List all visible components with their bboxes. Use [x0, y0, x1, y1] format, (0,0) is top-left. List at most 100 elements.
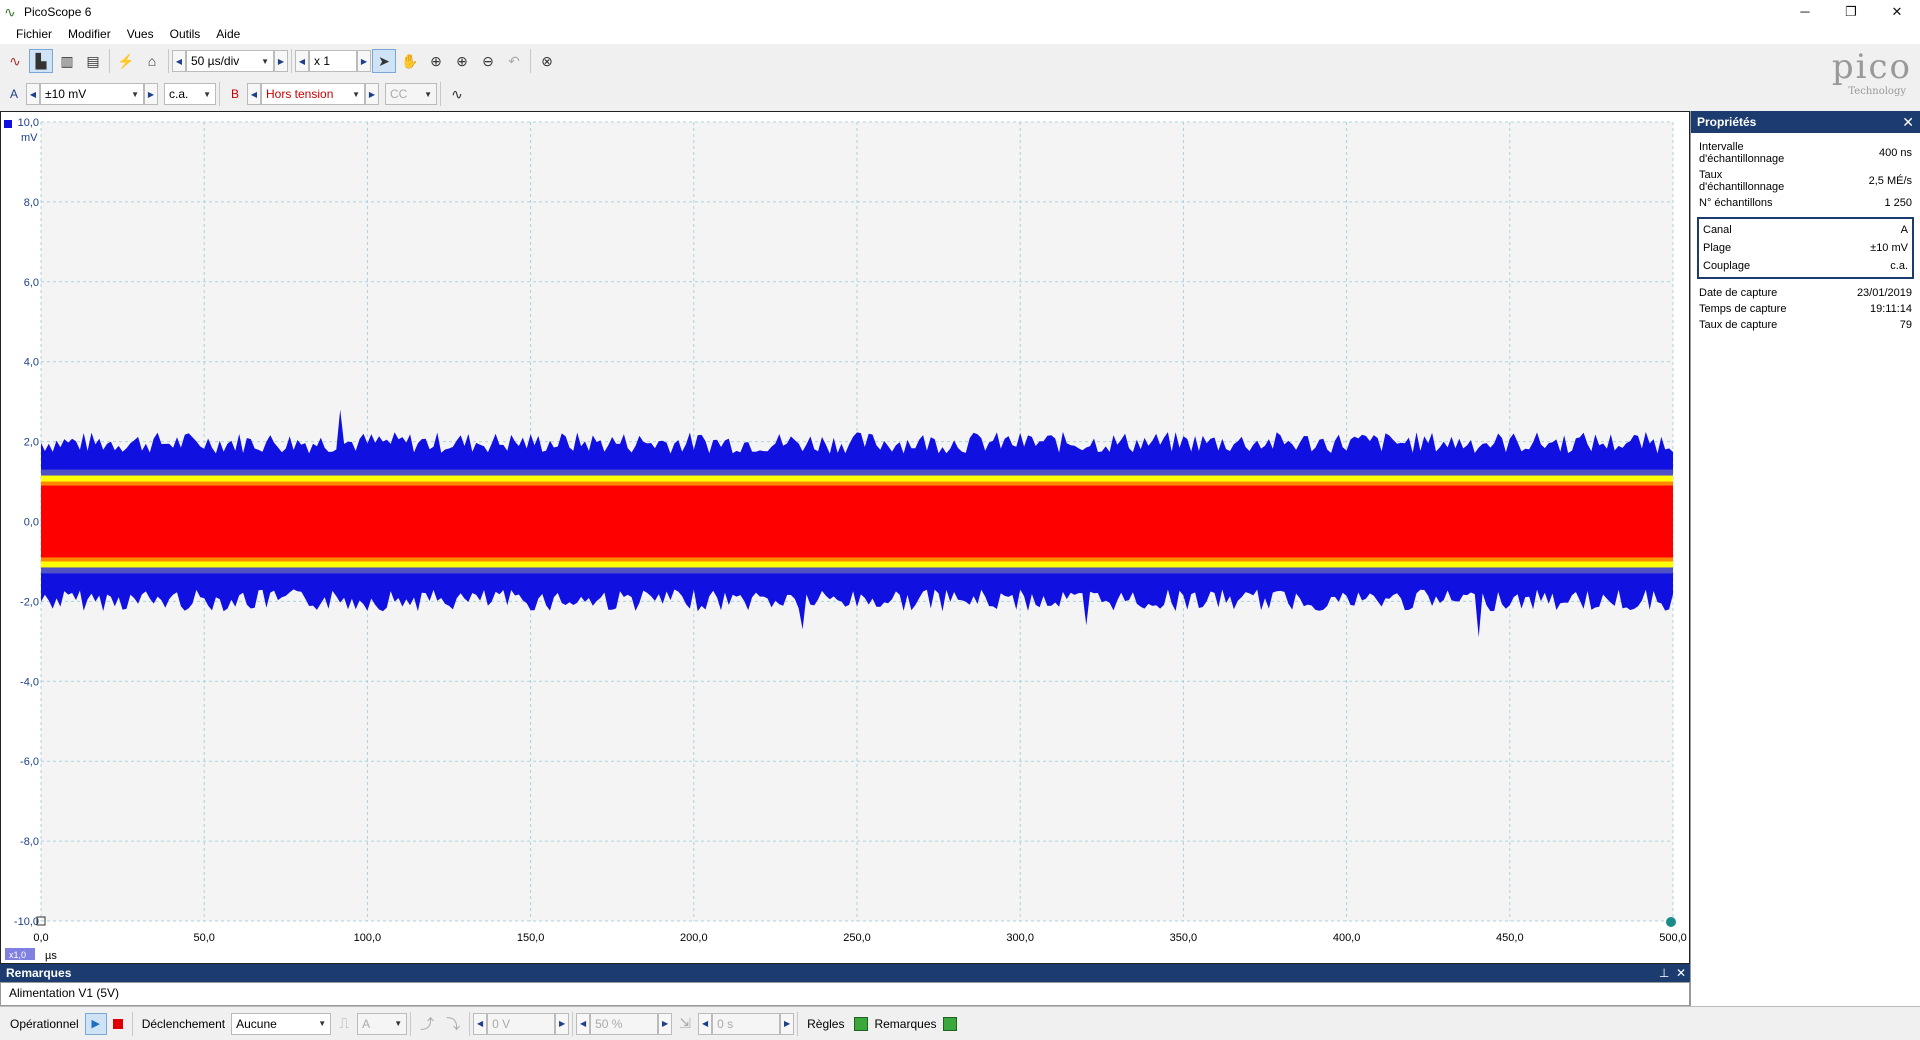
mode-label: Opérationnel	[10, 1016, 79, 1031]
falling-edge-icon[interactable]: ⤵	[441, 1012, 465, 1036]
x-axis: 0,0 50,0 100,0 150,0 200,0 250,0 300,0 350,0 400…	[33, 932, 1686, 944]
notes-button[interactable]: Remarques	[874, 1017, 936, 1031]
trigger-level-field[interactable]: 0 V	[487, 1012, 556, 1035]
chevron-down-icon: ▼	[424, 89, 432, 99]
y-tick-label: -2,0	[20, 596, 39, 608]
prop-capture-time: Temps de capture 19:11:14	[1699, 303, 1912, 315]
properties-panel: Propriétés ✕ Intervalle d'échantillonnag…	[1690, 111, 1920, 1006]
remarks-header: Remarques ⊥ ✕	[0, 964, 1690, 982]
zoom-out-icon[interactable]: ⊖	[476, 49, 500, 73]
chevron-down-icon: ▼	[318, 1019, 327, 1028]
menu-aide[interactable]: Aide	[208, 27, 248, 41]
prop-range: Plage ±10 mV	[1703, 242, 1908, 254]
close-icon[interactable]: ✕	[1874, 0, 1920, 24]
menu-outils[interactable]: Outils	[162, 27, 209, 41]
zoom-next-button[interactable]: ▶	[357, 50, 371, 72]
close-remarks-icon[interactable]: ✕	[1676, 966, 1686, 980]
trigger-channel-select[interactable]: A ▼	[357, 1012, 408, 1035]
pretrigger-prev-button[interactable]: ◀	[576, 1012, 591, 1035]
range-b-next-button[interactable]: ▶	[365, 83, 379, 105]
timebase-select[interactable]: 50 µs/div ▼	[186, 50, 274, 72]
zoom-fit-icon[interactable]: ⊗	[535, 49, 559, 73]
close-properties-icon[interactable]: ✕	[1902, 111, 1914, 133]
pin-icon[interactable]: ⊥	[1659, 966, 1669, 980]
channel-b-button[interactable]: B	[223, 82, 247, 106]
channel-a-marker	[4, 120, 12, 128]
y-tick-label: 8,0	[24, 197, 39, 209]
add-view-icon[interactable]: ▤	[81, 49, 105, 73]
x-tick-label: 500,0	[1659, 932, 1687, 944]
minimize-icon[interactable]: ─	[1782, 0, 1828, 24]
home-icon[interactable]: ⌂	[140, 49, 164, 73]
prop-sample-interval: Intervalle d'échantillonnage 400 ns	[1699, 141, 1912, 165]
undo-zoom-icon[interactable]: ↶	[502, 49, 526, 73]
pretrigger-next-button[interactable]: ▶	[658, 1012, 673, 1035]
x-zoom-badge: x1,0	[9, 950, 26, 960]
menu-bar: Fichier Modifier Vues Outils Aide	[0, 24, 1920, 44]
zoom-prev-button[interactable]: ◀	[295, 50, 309, 72]
window-controls: ─ ❐ ✕	[1782, 0, 1920, 24]
picoscope-window: ∿ PicoScope 6 ─ ❐ ✕ Fichier Modifier Vue…	[0, 0, 1920, 1040]
y-unit-label: mV	[21, 132, 38, 144]
scope-view[interactable]: 10,0 8,0 6,0 4,0 2,0 0,0 -2,0 -4,0 -6,0 -8,0 -10,0…	[0, 111, 1690, 964]
remarks-input[interactable]: Alimentation V1 (5V)	[0, 982, 1690, 1006]
x-tick-label: 450,0	[1496, 932, 1524, 944]
menu-fichier[interactable]: Fichier	[8, 27, 60, 41]
restore-icon[interactable]: ❐	[1828, 0, 1874, 24]
range-b-prev-button[interactable]: ◀	[247, 83, 261, 105]
channel-properties-box: Canal A Plage ±10 mV Couplage c.a.	[1697, 217, 1914, 279]
y-tick-label: 6,0	[24, 277, 39, 289]
range-b-select[interactable]: Hors tension ▼	[261, 83, 365, 105]
coupling-a-select[interactable]: c.a. ▼	[164, 83, 216, 105]
post-trigger-icon[interactable]: ⇲	[673, 1012, 697, 1036]
coupling-b-select[interactable]: CC ▼	[385, 83, 437, 105]
status-bar: Opérationnel ▶ Déclenchement Aucune ▼ ⎍ A…	[0, 1006, 1920, 1040]
level-prev-button[interactable]: ◀	[473, 1012, 488, 1035]
chevron-down-icon: ▼	[261, 56, 269, 66]
range-a-prev-button[interactable]: ◀	[26, 83, 40, 105]
x-tick-label: 200,0	[680, 932, 708, 944]
delay-prev-button[interactable]: ◀	[698, 1012, 713, 1035]
channel-a-button[interactable]: A	[2, 82, 26, 106]
persistence-chart: 10,0 8,0 6,0 4,0 2,0 0,0 -2,0 -4,0 -6,0 -8,0 -10,0…	[4, 117, 1687, 962]
range-a-select[interactable]: ±10 mV ▼	[40, 83, 144, 105]
rising-edge-icon[interactable]: ⤴	[415, 1012, 439, 1036]
rules-button[interactable]: Règles	[807, 1017, 844, 1031]
delay-next-button[interactable]: ▶	[780, 1012, 795, 1035]
stop-icon[interactable]	[107, 1013, 129, 1035]
signal-generator-icon[interactable]: ∿	[445, 82, 469, 106]
pretrigger-field[interactable]: 50 %	[590, 1012, 659, 1035]
rules-icon[interactable]	[854, 1016, 869, 1031]
x-tick-label: 150,0	[517, 932, 545, 944]
notes-icon[interactable]	[942, 1016, 957, 1031]
pointer-tool-icon[interactable]: ➤	[372, 49, 396, 73]
hand-tool-icon[interactable]: ✋	[398, 49, 422, 73]
prop-capture-rate: Taux de capture 79	[1699, 319, 1912, 331]
menu-vues[interactable]: Vues	[119, 27, 162, 41]
zoom-region-icon[interactable]: ⊕	[424, 49, 448, 73]
level-next-button[interactable]: ▶	[555, 1012, 570, 1035]
x-tick-label: 350,0	[1170, 932, 1198, 944]
persistence-mode-icon[interactable]: ▙	[29, 49, 53, 73]
scope-mode-icon[interactable]: ∿	[3, 49, 27, 73]
time-ruler-handle[interactable]	[1666, 917, 1676, 927]
chevron-down-icon: ▼	[203, 89, 211, 99]
y-tick-label: -4,0	[20, 676, 39, 688]
delay-field[interactable]: 0 s	[712, 1012, 781, 1035]
x-unit-label: µs	[45, 950, 57, 962]
timebase-next-button[interactable]: ▶	[274, 50, 288, 72]
main-toolbar: ∿ ▙ ▥ ▤ ⚡ ⌂ ◀ 50 µs/div ▼ ▶ ◀ x 1 ▶ ➤ ✋ ⊕…	[2, 46, 560, 76]
trigger-mode-select[interactable]: Aucune ▼	[231, 1012, 332, 1035]
range-a-next-button[interactable]: ▶	[144, 83, 158, 105]
channel-toolbar: A ◀ ±10 mV ▼ ▶ c.a. ▼ B ◀ Hors tension ▼ ▶ …	[2, 79, 470, 109]
zoom-in-icon[interactable]: ⊕	[450, 49, 474, 73]
play-icon[interactable]: ▶	[84, 1012, 107, 1035]
menu-modifier[interactable]: Modifier	[60, 27, 119, 41]
probe-icon[interactable]: ⚡	[114, 49, 138, 73]
spectrum-mode-icon[interactable]: ▥	[55, 49, 79, 73]
prop-coupling: Couplage c.a.	[1703, 260, 1908, 272]
zoom-select[interactable]: x 1	[309, 50, 357, 72]
prop-channel: Canal A	[1703, 224, 1908, 236]
advanced-trigger-icon[interactable]: ⎍	[332, 1012, 356, 1036]
timebase-prev-button[interactable]: ◀	[172, 50, 186, 72]
